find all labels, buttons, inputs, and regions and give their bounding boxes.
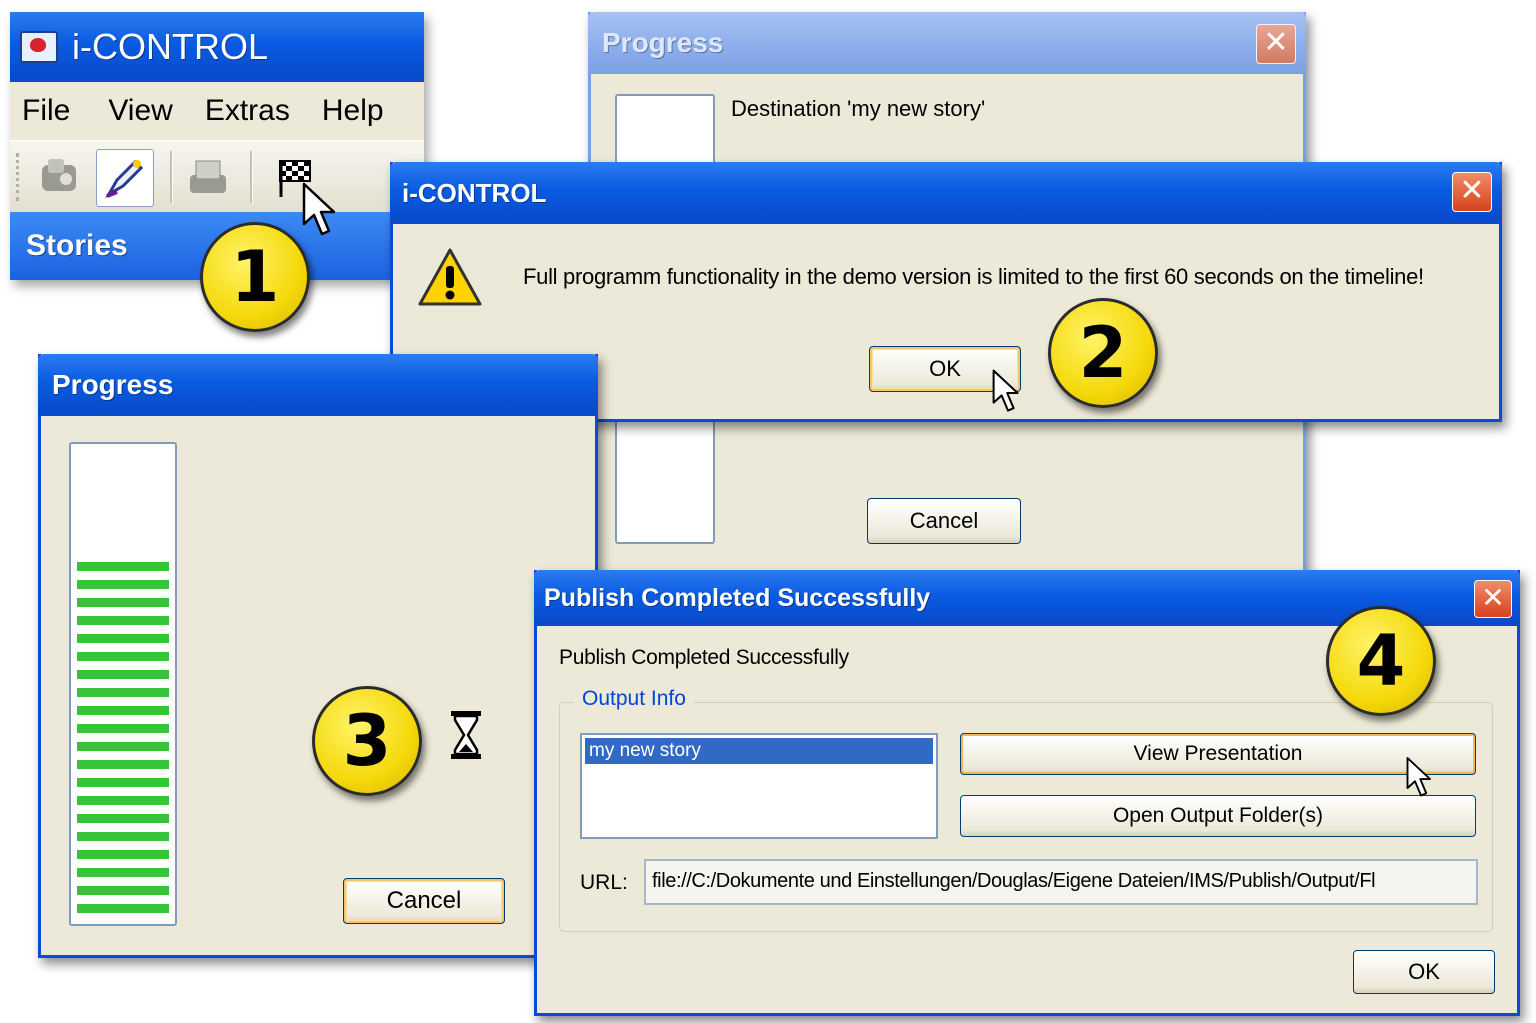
progress-back-cancel-button[interactable]: Cancel <box>867 498 1021 544</box>
import-icon[interactable] <box>36 155 84 199</box>
toolbar-grip <box>16 153 22 201</box>
progress-front-title: Progress <box>52 369 174 400</box>
progress-segment <box>77 724 169 733</box>
progress-back-titlebar[interactable]: Progress ✕ <box>588 12 1306 74</box>
progress-back-bar-bottom <box>615 420 715 544</box>
view-presentation-button[interactable]: View Presentation <box>960 733 1476 775</box>
demo-alert-titlebar[interactable]: i-CONTROL ✕ <box>390 162 1502 224</box>
menu-bar: File View Extras Help <box>10 82 424 140</box>
progress-segment <box>77 868 169 877</box>
progress-front-cancel-button[interactable]: Cancel <box>343 878 505 924</box>
progress-segment <box>77 706 169 715</box>
output-info-groupbox: Output Info my new story View Presentati… <box>559 687 1493 932</box>
menu-view[interactable]: View <box>108 94 172 128</box>
main-window-titlebar[interactable]: i-CONTROL <box>10 12 424 82</box>
progress-segment <box>77 742 169 751</box>
progress-segment <box>77 688 169 697</box>
warning-icon <box>417 246 483 308</box>
progress-segment <box>77 670 169 679</box>
publish-message: Publish Completed Successfully <box>559 646 849 669</box>
menu-extras[interactable]: Extras <box>205 94 290 128</box>
demo-alert-close-button[interactable]: ✕ <box>1452 172 1492 212</box>
toolbar-separator <box>170 151 173 203</box>
app-icon <box>20 31 58 63</box>
mouse-pointer-icon <box>302 182 336 236</box>
progress-front-titlebar[interactable]: Progress <box>38 354 598 416</box>
progress-segment <box>77 832 169 841</box>
toolbar-separator <box>250 151 253 203</box>
progress-segment <box>77 562 169 571</box>
progress-segment <box>77 760 169 769</box>
progress-segment <box>77 778 169 787</box>
progress-back-title: Progress <box>602 27 724 58</box>
menu-file[interactable]: File <box>22 94 70 128</box>
progress-segment <box>77 814 169 823</box>
edit-icon[interactable] <box>96 149 154 207</box>
progress-segment <box>77 904 169 913</box>
output-list[interactable]: my new story <box>580 733 938 839</box>
open-output-folder-button[interactable]: Open Output Folder(s) <box>960 795 1476 837</box>
publish-ok-button[interactable]: OK <box>1353 950 1495 994</box>
publish-close-button[interactable]: ✕ <box>1474 580 1512 618</box>
progress-segment <box>77 580 169 589</box>
progress-segment <box>77 598 169 607</box>
url-value: file://C:/Dokumente und Einstellungen/Do… <box>652 870 1376 892</box>
publish-title: Publish Completed Successfully <box>544 583 931 612</box>
toolbar <box>10 140 424 214</box>
progress-bar-fill <box>77 562 169 918</box>
output-list-item[interactable]: my new story <box>585 738 933 764</box>
mouse-pointer-icon <box>1406 757 1431 797</box>
hourglass-icon <box>449 710 483 760</box>
url-field[interactable]: file://C:/Dokumente und Einstellungen/Do… <box>644 859 1478 905</box>
step-badge-3: 3 <box>312 686 422 796</box>
demo-alert-message: Full programm functionality in the demo … <box>523 264 1424 289</box>
progress-segment <box>77 796 169 805</box>
progress-segment <box>77 850 169 859</box>
step-badge-2: 2 <box>1048 298 1158 408</box>
progress-segment <box>77 616 169 625</box>
progress-dialog-front: Progress Cancel <box>38 354 598 958</box>
output-info-label: Output Info <box>574 687 694 711</box>
mouse-pointer-icon <box>992 369 1019 412</box>
progress-segment <box>77 886 169 895</box>
progress-back-destination: Destination 'my new story' <box>731 96 986 121</box>
progress-segment <box>77 652 169 661</box>
print-icon[interactable] <box>182 155 234 199</box>
url-label: URL: <box>580 871 628 894</box>
main-window-title: i-CONTROL <box>72 26 268 67</box>
progress-back-close-button[interactable]: ✕ <box>1256 24 1296 64</box>
progress-bar <box>69 442 177 926</box>
step-badge-1: 1 <box>200 222 310 332</box>
step-badge-4: 4 <box>1326 606 1436 716</box>
progress-segment <box>77 634 169 643</box>
menu-help[interactable]: Help <box>322 94 384 128</box>
stories-panel-title: Stories <box>26 229 128 262</box>
demo-alert-title: i-CONTROL <box>402 177 547 208</box>
